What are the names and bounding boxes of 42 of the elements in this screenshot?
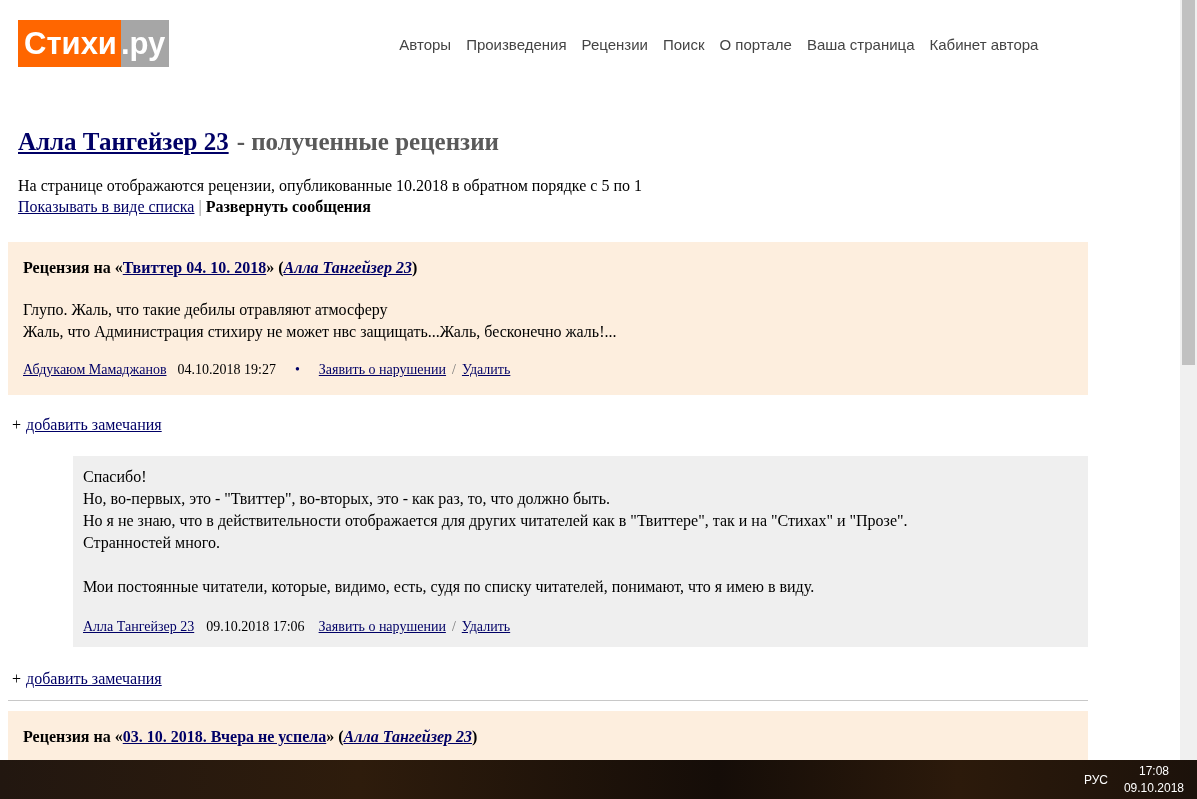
- plus-sign: +: [12, 670, 22, 687]
- nav-link[interactable]: Поиск: [662, 36, 705, 53]
- separator: |: [198, 198, 202, 215]
- review-text: Глупо. Жаль, что такие дебилы отравляют атмосферу Жаль, что Администрация стихиру не может нвс защищать...Жаль, бесконечно жаль!...: [23, 300, 618, 343]
- reviewer-link[interactable]: Абдукаюм Мамаджанов: [23, 362, 167, 378]
- date-text: 09.10.2018 17:06: [206, 619, 305, 635]
- reply-text: Спасибо! Но, во-первых, это - "Твиттер", во-вторых, это - как раз, то, что должно быть. Но я не знаю, что в действительности отображается для других читателей как в "Твиттере", так и на "Стихах" и "Прозе". Странностей много.: [83, 467, 909, 554]
- author-link[interactable]: Алла Тангейзер 23: [343, 728, 472, 745]
- nav-link[interactable]: Рецензии: [581, 36, 648, 53]
- plus-sign: +: [12, 416, 22, 433]
- separator: /: [452, 362, 456, 378]
- date-text: 04.10.2018 19:27: [177, 362, 276, 378]
- review-title: Рецензия на «03. 10. 2018. Вчера не успела» (Алла Тангейзер 23): [23, 727, 479, 747]
- clock-date[interactable]: 09.10.2018: [1123, 781, 1184, 795]
- report-link[interactable]: Заявить о нарушении: [318, 362, 447, 378]
- intro-text: На странице отображаются рецензии, опубликованные 10.2018 в обратном порядке с 5 по 1: [18, 176, 643, 196]
- clock-time[interactable]: 17:08: [1138, 764, 1169, 778]
- bullet: •: [294, 362, 300, 378]
- review-title: Рецензия на «Твиттер 04. 10. 2018» (Алла Тангейзер 23): [23, 258, 419, 278]
- list-view-link[interactable]: Показывать в виде списка: [18, 198, 195, 215]
- scrollbar[interactable]: [1180, 0, 1197, 760]
- scrollbar-thumb[interactable]: [1182, 0, 1195, 365]
- add-note-link[interactable]: добавить замечания: [26, 416, 162, 433]
- nav-link[interactable]: О портале: [719, 36, 792, 53]
- delete-link[interactable]: Удалить: [461, 362, 511, 378]
- delete-link[interactable]: Удалить: [461, 619, 511, 635]
- report-link[interactable]: Заявить о нарушении: [318, 619, 446, 635]
- nav-link[interactable]: Произведения: [466, 36, 567, 53]
- author-link[interactable]: Алла Тангейзер 23: [18, 128, 229, 156]
- page-title: - полученные рецензии: [236, 128, 499, 156]
- separator: /: [451, 619, 456, 635]
- work-link[interactable]: 03. 10. 2018. Вчера не успела: [122, 728, 327, 745]
- author-link[interactable]: Алла Тангейзер 23: [283, 259, 412, 276]
- add-note-link[interactable]: добавить замечания: [26, 670, 162, 687]
- nav-link[interactable]: Авторы: [399, 36, 452, 53]
- nav-link[interactable]: Ваша страница: [806, 36, 915, 53]
- nav-link[interactable]: Кабинет автора: [929, 36, 1039, 53]
- reply-text: Мои постоянные читатели, которые, видимо, есть, судя по списку читателей, понимают, что я имею в виду.: [83, 577, 816, 598]
- expand-messages-label: Развернуть сообщения: [205, 198, 371, 215]
- work-link[interactable]: Твиттер 04. 10. 2018: [122, 259, 267, 276]
- language-indicator[interactable]: РУС: [1083, 772, 1108, 787]
- reply-author-link[interactable]: Алла Тангейзер 23: [83, 619, 195, 635]
